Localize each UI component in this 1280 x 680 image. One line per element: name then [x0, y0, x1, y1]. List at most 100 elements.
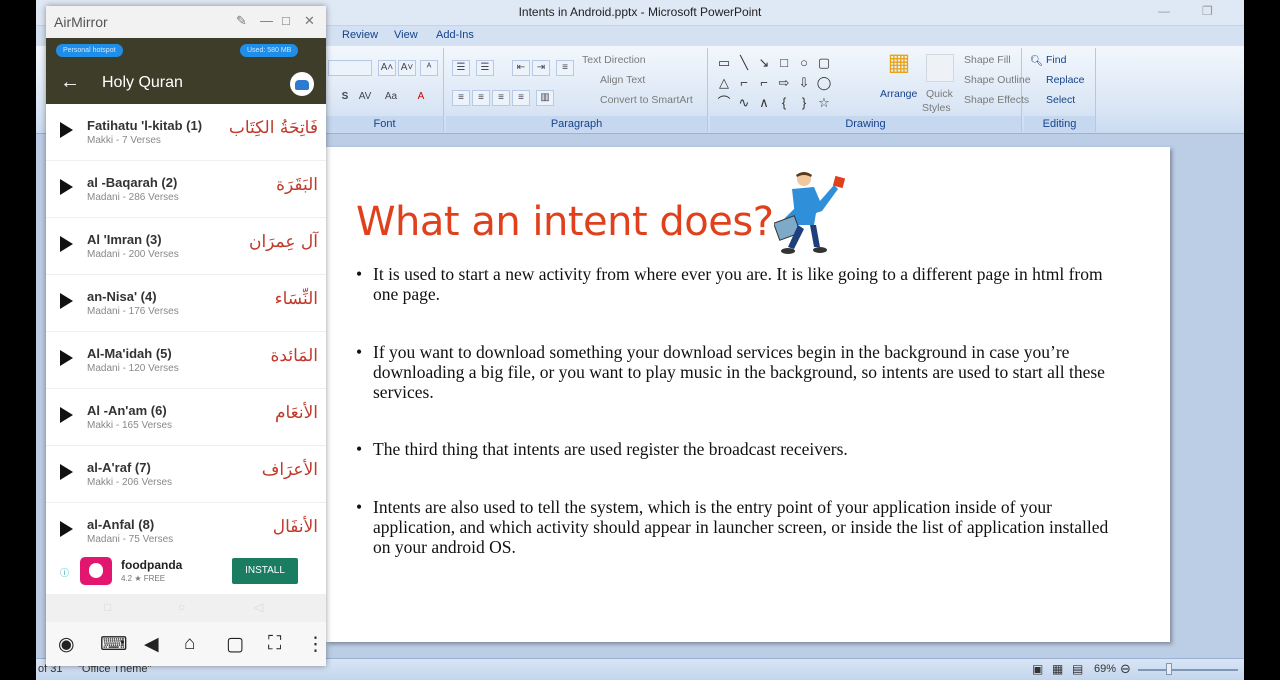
- zoom-out-icon[interactable]: ⊖: [1120, 661, 1131, 677]
- play-icon[interactable]: [60, 407, 73, 423]
- normal-view-icon[interactable]: ▣: [1032, 662, 1043, 676]
- bullets-icon[interactable]: ☰: [452, 60, 470, 76]
- install-button[interactable]: INSTALL: [232, 558, 298, 584]
- back-icon[interactable]: ◀: [144, 633, 159, 656]
- surah-row[interactable]: an-Nisa' (4) Madani - 176 Verses النِّسَ…: [46, 275, 326, 332]
- find-icon[interactable]: 🔍︎: [1030, 54, 1043, 67]
- edit-icon[interactable]: ✎: [236, 13, 247, 29]
- star-shape-icon[interactable]: ☆: [816, 96, 832, 110]
- slide-bullet-4[interactable]: Intents are also used to tell the system…: [356, 497, 1116, 557]
- quick-styles-label-2[interactable]: Styles: [922, 102, 951, 114]
- find-label[interactable]: Find: [1046, 54, 1066, 66]
- slide-bullet-3[interactable]: The third thing that intents are used re…: [356, 439, 1116, 459]
- justify-icon[interactable]: ≡: [512, 90, 530, 106]
- change-case-icon[interactable]: Aa: [382, 90, 400, 106]
- shape-fill-label[interactable]: Shape Fill: [964, 54, 1011, 66]
- more-icon[interactable]: ⋮: [306, 633, 325, 656]
- foodpanda-logo[interactable]: [80, 557, 112, 585]
- zoom-slider[interactable]: [1138, 669, 1238, 671]
- surah-row[interactable]: Al 'Imran (3) Madani - 200 Verses آل عِم…: [46, 218, 326, 275]
- play-icon[interactable]: [60, 464, 73, 480]
- play-icon[interactable]: [60, 179, 73, 195]
- slideshow-icon[interactable]: ▤: [1072, 662, 1083, 676]
- arrow-line-shape-icon[interactable]: ↘: [756, 56, 772, 70]
- down-arrow-shape-icon[interactable]: ⇩: [796, 76, 812, 90]
- zoom-slider-thumb[interactable]: [1166, 663, 1172, 675]
- line-shape-icon[interactable]: ╲: [736, 56, 752, 70]
- connector-shape-icon[interactable]: ⌐: [736, 76, 752, 90]
- font-color-icon[interactable]: A: [412, 90, 430, 106]
- slide[interactable]: What an intent does? It is used to start…: [326, 147, 1170, 642]
- align-center-icon[interactable]: ≡: [472, 90, 490, 106]
- recents-icon[interactable]: □: [104, 600, 111, 614]
- quick-styles-label-1[interactable]: Quick: [926, 88, 953, 100]
- arc-shape-icon[interactable]: ⌒: [716, 96, 732, 110]
- arrange-icon[interactable]: ▦: [884, 51, 914, 86]
- keyboard-icon[interactable]: ⌨: [100, 633, 127, 656]
- arrange-label[interactable]: Arrange: [880, 88, 917, 100]
- ad-banner[interactable]: ⓘ foodpanda 4.2 ★ FREE INSTALL: [46, 552, 326, 594]
- text-direction-label[interactable]: Text Direction: [582, 54, 646, 66]
- back-arrow-icon[interactable]: ←: [60, 71, 80, 94]
- minimize-icon[interactable]: —: [1158, 4, 1170, 18]
- brace-left-shape-icon[interactable]: {: [776, 96, 792, 110]
- minimize-icon[interactable]: —: [260, 13, 273, 28]
- slide-title[interactable]: What an intent does?: [356, 199, 774, 245]
- home-circle-icon[interactable]: ○: [178, 600, 185, 614]
- shape-outline-label[interactable]: Shape Outline: [964, 74, 1031, 86]
- tab-view[interactable]: View: [394, 29, 418, 41]
- tab-add-ins[interactable]: Add-Ins: [436, 29, 474, 41]
- curve-shape-icon[interactable]: ∿: [736, 96, 752, 110]
- textbox-shape-icon[interactable]: ▭: [716, 56, 732, 70]
- shadow-icon[interactable]: S: [336, 90, 354, 106]
- rounded-rect-shape-icon[interactable]: ▢: [816, 56, 832, 70]
- callout-shape-icon[interactable]: ◯: [816, 76, 832, 90]
- surah-row[interactable]: Al -An'am (6) Makki - 165 Verses الأنعَا…: [46, 389, 326, 446]
- back-triangle-icon[interactable]: ◁: [254, 600, 263, 614]
- home-icon[interactable]: ⌂: [184, 633, 195, 655]
- play-icon[interactable]: [60, 236, 73, 252]
- surah-row[interactable]: Fatihatu 'l-kitab (1) Makki - 7 Verses ف…: [46, 104, 326, 161]
- surah-row[interactable]: al-Anfal (8) Madani - 75 Verses الأنفَال: [46, 503, 326, 552]
- triangle-shape-icon[interactable]: △: [716, 76, 732, 90]
- play-icon[interactable]: [60, 350, 73, 366]
- tab-review[interactable]: Review: [342, 29, 378, 41]
- shrink-font-icon[interactable]: A˅: [398, 60, 416, 76]
- quick-styles-icon[interactable]: [926, 54, 954, 82]
- increase-indent-icon[interactable]: ⇥: [532, 60, 550, 76]
- align-text-label[interactable]: Align Text: [600, 74, 645, 86]
- font-size-box[interactable]: [328, 60, 372, 76]
- play-icon[interactable]: [60, 122, 73, 138]
- char-spacing-icon[interactable]: AV: [356, 90, 374, 106]
- surah-list[interactable]: Fatihatu 'l-kitab (1) Makki - 7 Verses ف…: [46, 104, 326, 552]
- elbow-shape-icon[interactable]: ⌐: [756, 76, 772, 90]
- rotate-icon[interactable]: ◉: [58, 633, 75, 656]
- recent-apps-icon[interactable]: ▢: [226, 633, 244, 656]
- oval-shape-icon[interactable]: ○: [796, 56, 812, 70]
- slide-sorter-icon[interactable]: ▦: [1052, 662, 1063, 676]
- surah-row[interactable]: al-A'raf (7) Makki - 206 Verses الأعرَاف: [46, 446, 326, 503]
- convert-smartart-label[interactable]: Convert to SmartArt: [600, 94, 693, 106]
- close-icon[interactable]: ✕: [304, 13, 315, 29]
- maximize-icon[interactable]: □: [282, 13, 290, 28]
- rectangle-shape-icon[interactable]: □: [776, 56, 792, 70]
- surah-row[interactable]: Al-Ma'idah (5) Madani - 120 Verses المَا…: [46, 332, 326, 389]
- restore-icon[interactable]: ❐: [1202, 4, 1213, 18]
- zoom-level[interactable]: 69%: [1094, 663, 1116, 675]
- decrease-indent-icon[interactable]: ⇤: [512, 60, 530, 76]
- play-icon[interactable]: [60, 521, 73, 537]
- numbering-icon[interactable]: ☰: [476, 60, 494, 76]
- line-spacing-icon[interactable]: ≡: [556, 60, 574, 76]
- freeform-shape-icon[interactable]: ∧: [756, 96, 772, 110]
- replace-label[interactable]: Replace: [1046, 74, 1085, 86]
- slide-bullet-1[interactable]: It is used to start a new activity from …: [356, 264, 1116, 304]
- align-right-icon[interactable]: ≡: [492, 90, 510, 106]
- grow-font-icon[interactable]: A˄: [378, 60, 396, 76]
- clear-format-icon[interactable]: ᴬ: [420, 60, 438, 76]
- brace-right-shape-icon[interactable]: }: [796, 96, 812, 110]
- ad-info-icon[interactable]: ⓘ: [60, 566, 69, 579]
- surah-row[interactable]: al -Baqarah (2) Madani - 286 Verses البَ…: [46, 161, 326, 218]
- screenshot-icon[interactable]: ⛶: [268, 633, 281, 655]
- shape-effects-label[interactable]: Shape Effects: [964, 94, 1029, 106]
- columns-icon[interactable]: ▥: [536, 90, 554, 106]
